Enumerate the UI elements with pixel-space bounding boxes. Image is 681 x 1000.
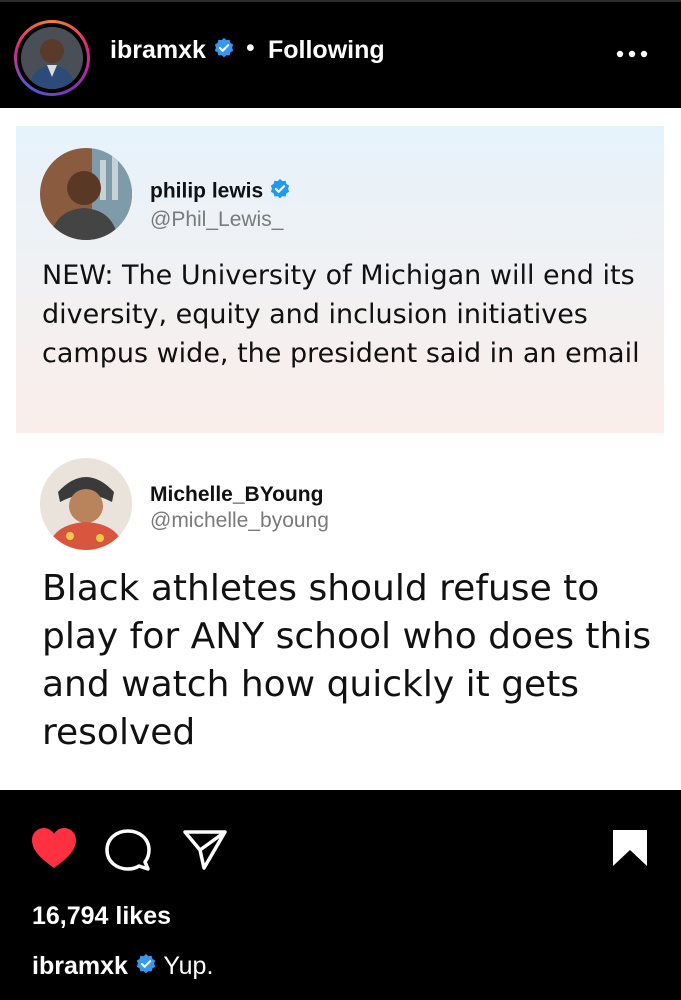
story-ring[interactable] <box>14 20 90 96</box>
ellipsis-horizontal-icon[interactable] <box>614 44 654 64</box>
verified-badge-icon <box>213 37 235 66</box>
verified-badge-icon <box>135 953 157 982</box>
reply-author-name: Michelle_BYoung <box>150 483 324 506</box>
caption-text: Yup. <box>163 952 214 980</box>
tweet-avatar <box>40 148 132 240</box>
likes-count[interactable]: 16,794 likes <box>32 902 171 931</box>
reply-author-handle: @michelle_byoung <box>150 509 329 532</box>
post-image[interactable]: philip lewis @Phil_Lewis_ NEW: The Unive… <box>0 108 681 790</box>
quoted-tweet-card: philip lewis @Phil_Lewis_ NEW: The Unive… <box>16 126 664 433</box>
post-caption: ibramxk Yup. <box>32 952 213 982</box>
bookmark-filled-icon[interactable] <box>611 828 649 873</box>
verified-badge-icon <box>269 178 291 206</box>
post-actions: 16,794 likes ibramxk Yup. <box>0 790 681 1000</box>
tweet-author-name: philip lewis <box>150 178 291 206</box>
tweet-text: NEW: The University of Michigan will end… <box>42 260 640 369</box>
reply-text: Black athletes should refuse to play for… <box>42 568 652 753</box>
separator-dot: • <box>246 34 255 62</box>
post-username[interactable]: ibramxk <box>110 36 235 66</box>
heart-filled-icon[interactable] <box>30 826 78 875</box>
tweet-author-handle: @Phil_Lewis_ <box>150 208 284 231</box>
top-divider <box>0 0 681 2</box>
avatar[interactable] <box>21 27 83 89</box>
instagram-post-page: ibramxk • Following philip lewis @Phil_L… <box>0 0 681 1000</box>
post-header: ibramxk • Following <box>0 0 681 108</box>
send-icon[interactable] <box>182 828 228 877</box>
caption-username[interactable]: ibramxk <box>32 952 128 980</box>
following-button[interactable]: Following <box>268 36 385 65</box>
comment-icon[interactable] <box>105 828 151 877</box>
reply-avatar <box>40 458 132 550</box>
